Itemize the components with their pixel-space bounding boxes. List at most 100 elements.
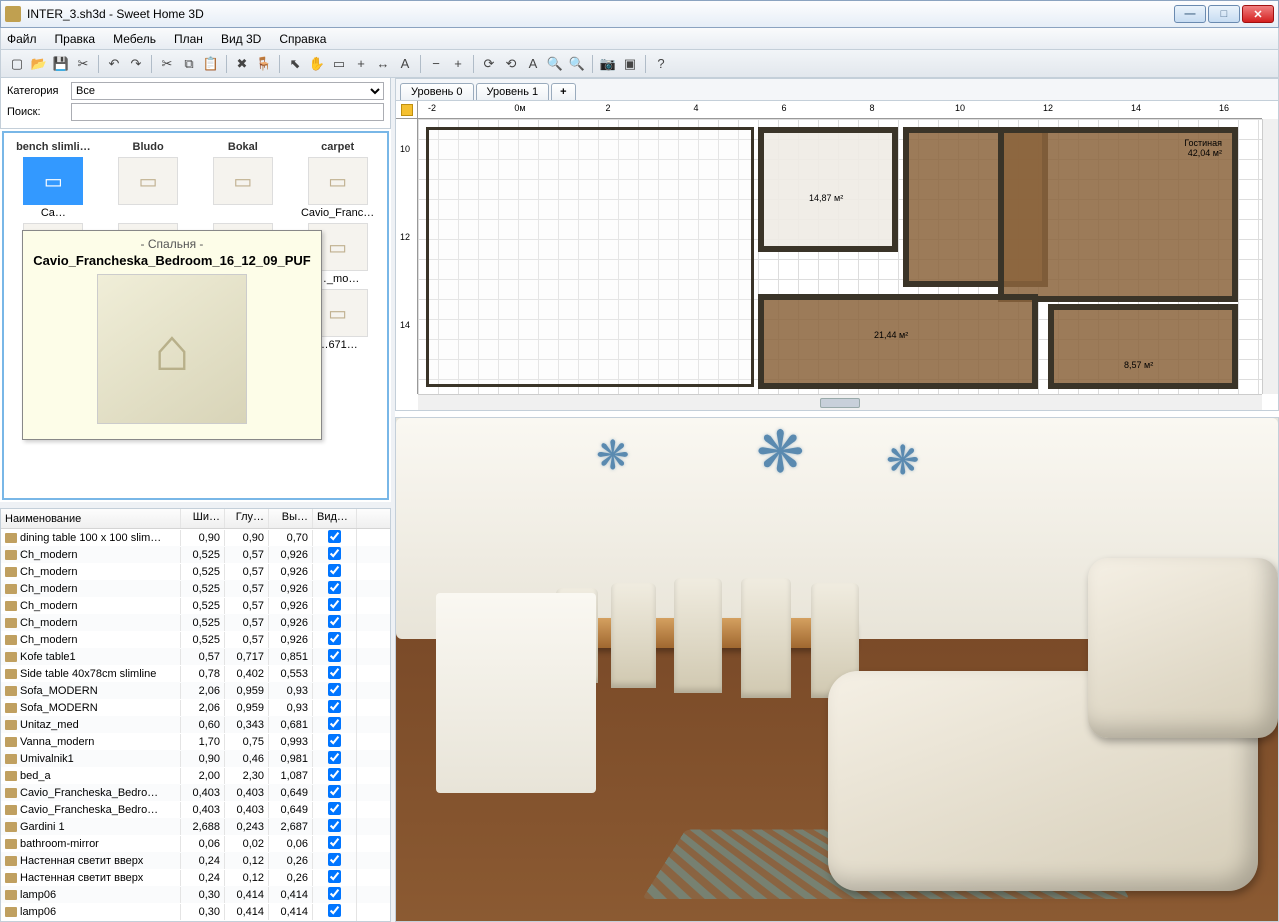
visibility-checkbox[interactable] bbox=[328, 564, 341, 577]
search-button[interactable]: A bbox=[523, 54, 543, 74]
visibility-checkbox[interactable] bbox=[328, 547, 341, 560]
table-row[interactable]: Ch_modern0,5250,570,926 bbox=[1, 614, 390, 631]
table-row[interactable]: Sofa_MODERN2,060,9590,93 bbox=[1, 682, 390, 699]
undo-button[interactable]: ↶ bbox=[104, 54, 124, 74]
table-row[interactable]: Ch_modern0,5250,570,926 bbox=[1, 580, 390, 597]
pan-button[interactable]: ✋ bbox=[307, 54, 327, 74]
menu-Вид 3D[interactable]: Вид 3D bbox=[221, 32, 261, 46]
maximize-button[interactable]: □ bbox=[1208, 5, 1240, 23]
plan-scrollbar-horizontal[interactable] bbox=[418, 394, 1262, 410]
catalog-item[interactable]: bench slimli… bbox=[6, 139, 101, 153]
table-row[interactable]: Настенная светит вверх0,240,120,26 bbox=[1, 852, 390, 869]
table-row[interactable]: Ch_modern0,5250,570,926 bbox=[1, 597, 390, 614]
zoom-in-button[interactable]: + bbox=[448, 54, 468, 74]
table-row[interactable]: Ch_modern0,5250,570,926 bbox=[1, 631, 390, 648]
menu-Правка[interactable]: Правка bbox=[55, 32, 96, 46]
visibility-checkbox[interactable] bbox=[328, 530, 341, 543]
visibility-checkbox[interactable] bbox=[328, 836, 341, 849]
table-row[interactable]: Kofe table10,570,7170,851 bbox=[1, 648, 390, 665]
furniture-catalog[interactable]: bench slimli…BludoBokalcarpet▭Ca…▭▭▭Cavi… bbox=[2, 131, 389, 500]
help-button[interactable]: ? bbox=[651, 54, 671, 74]
visibility-checkbox[interactable] bbox=[328, 734, 341, 747]
visibility-checkbox[interactable] bbox=[328, 598, 341, 611]
catalog-item[interactable]: ▭Ca… bbox=[6, 157, 101, 219]
catalog-item[interactable]: Bokal bbox=[196, 139, 291, 153]
table-row[interactable]: Cavio_Francheska_Bedro…0,4030,4030,649 bbox=[1, 784, 390, 801]
delete-button[interactable]: ✖ bbox=[232, 54, 252, 74]
zoom-out-button[interactable]: − bbox=[426, 54, 446, 74]
plan-scrollbar-vertical[interactable] bbox=[1262, 119, 1278, 394]
add-level-button[interactable]: + bbox=[551, 83, 575, 100]
menu-Файл[interactable]: Файл bbox=[7, 32, 37, 46]
visibility-checkbox[interactable] bbox=[328, 785, 341, 798]
catalog-item[interactable]: Bludo bbox=[101, 139, 196, 153]
table-row[interactable]: bathroom-mirror0,060,020,06 bbox=[1, 835, 390, 852]
close-button[interactable]: ✕ bbox=[1242, 5, 1274, 23]
ruler-origin[interactable] bbox=[396, 101, 418, 119]
tab-level-0[interactable]: Уровень 0 bbox=[400, 83, 474, 100]
catalog-item[interactable]: ▭Cavio_Franc… bbox=[290, 157, 385, 219]
visibility-checkbox[interactable] bbox=[328, 666, 341, 679]
create-rooms-button[interactable]: + bbox=[351, 54, 371, 74]
table-row[interactable]: dining table 100 x 100 slim…0,900,900,70 bbox=[1, 529, 390, 546]
visibility-checkbox[interactable] bbox=[328, 870, 341, 883]
table-row[interactable]: Umivalnik10,900,460,981 bbox=[1, 750, 390, 767]
visibility-checkbox[interactable] bbox=[328, 649, 341, 662]
catalog-item[interactable]: ▭ bbox=[196, 157, 291, 219]
visibility-checkbox[interactable] bbox=[328, 768, 341, 781]
tab-level-1[interactable]: Уровень 1 bbox=[476, 83, 550, 100]
new-file-button[interactable]: ▢ bbox=[7, 54, 27, 74]
table-row[interactable]: Cavio_Francheska_Bedro…0,4030,4030,649 bbox=[1, 801, 390, 818]
prefs-button[interactable]: ✂ bbox=[73, 54, 93, 74]
visibility-checkbox[interactable] bbox=[328, 683, 341, 696]
visibility-checkbox[interactable] bbox=[328, 700, 341, 713]
create-walls-button[interactable]: ▭ bbox=[329, 54, 349, 74]
visibility-checkbox[interactable] bbox=[328, 717, 341, 730]
rotate-ccw-button[interactable]: ⟲ bbox=[501, 54, 521, 74]
3d-view[interactable]: ▲ ▼ ◀ ▶ ❋ ❋ ❋ bbox=[395, 417, 1279, 922]
visibility-checkbox[interactable] bbox=[328, 581, 341, 594]
table-row[interactable]: Sofa_MODERN2,060,9590,93 bbox=[1, 699, 390, 716]
rotate-cw-button[interactable]: ⟳ bbox=[479, 54, 499, 74]
table-row[interactable]: Vanna_modern1,700,750,993 bbox=[1, 733, 390, 750]
table-row[interactable]: lamp060,300,4140,414 bbox=[1, 903, 390, 920]
save-button[interactable]: 💾 bbox=[51, 54, 71, 74]
open-button[interactable]: 📂 bbox=[29, 54, 49, 74]
paste-button[interactable]: 📋 bbox=[201, 54, 221, 74]
visibility-checkbox[interactable] bbox=[328, 615, 341, 628]
zoom-fit-button[interactable]: 🔍 bbox=[545, 54, 565, 74]
create-dimensions-button[interactable]: ↔ bbox=[373, 54, 393, 74]
table-row[interactable]: Настенная светит вверх0,240,120,26 bbox=[1, 869, 390, 886]
search-input[interactable] bbox=[71, 103, 384, 121]
menu-Справка[interactable]: Справка bbox=[279, 32, 326, 46]
visibility-checkbox[interactable] bbox=[328, 802, 341, 815]
category-select[interactable]: Все bbox=[71, 82, 384, 100]
table-row[interactable]: Ch_modern0,5250,570,926 bbox=[1, 546, 390, 563]
visibility-checkbox[interactable] bbox=[328, 887, 341, 900]
visibility-checkbox[interactable] bbox=[328, 819, 341, 832]
create-text-button[interactable]: A bbox=[395, 54, 415, 74]
catalog-item[interactable]: carpet bbox=[290, 139, 385, 153]
table-row[interactable]: Gardini 12,6880,2432,687 bbox=[1, 818, 390, 835]
table-row[interactable]: Ch_modern0,5250,570,926 bbox=[1, 563, 390, 580]
menu-Мебель[interactable]: Мебель bbox=[113, 32, 156, 46]
table-row[interactable]: bed_a2,002,301,087 bbox=[1, 767, 390, 784]
minimize-button[interactable]: — bbox=[1174, 5, 1206, 23]
video-button[interactable]: ▣ bbox=[620, 54, 640, 74]
table-header[interactable]: Наименование Ши… Глу… Вы… Види… bbox=[1, 509, 390, 529]
plan-viewport[interactable]: -20м246810121416 101214 14,87 м² Гостина… bbox=[396, 101, 1278, 410]
zoom-sel-button[interactable]: 🔍 bbox=[567, 54, 587, 74]
add-furniture-button[interactable]: 🪑 bbox=[254, 54, 274, 74]
table-row[interactable]: lamp060,300,4140,414 bbox=[1, 886, 390, 903]
table-row[interactable]: Unitaz_med0,600,3430,681 bbox=[1, 716, 390, 733]
visibility-checkbox[interactable] bbox=[328, 751, 341, 764]
select-button[interactable]: ⬉ bbox=[285, 54, 305, 74]
visibility-checkbox[interactable] bbox=[328, 904, 341, 917]
redo-button[interactable]: ↷ bbox=[126, 54, 146, 74]
visibility-checkbox[interactable] bbox=[328, 853, 341, 866]
plan-canvas[interactable]: 14,87 м² Гостиная42,04 м² 21,44 м² 8,57 … bbox=[418, 119, 1262, 394]
cut-button[interactable]: ✂ bbox=[157, 54, 177, 74]
camera-button[interactable]: 📷 bbox=[598, 54, 618, 74]
visibility-checkbox[interactable] bbox=[328, 632, 341, 645]
menu-План[interactable]: План bbox=[174, 32, 203, 46]
